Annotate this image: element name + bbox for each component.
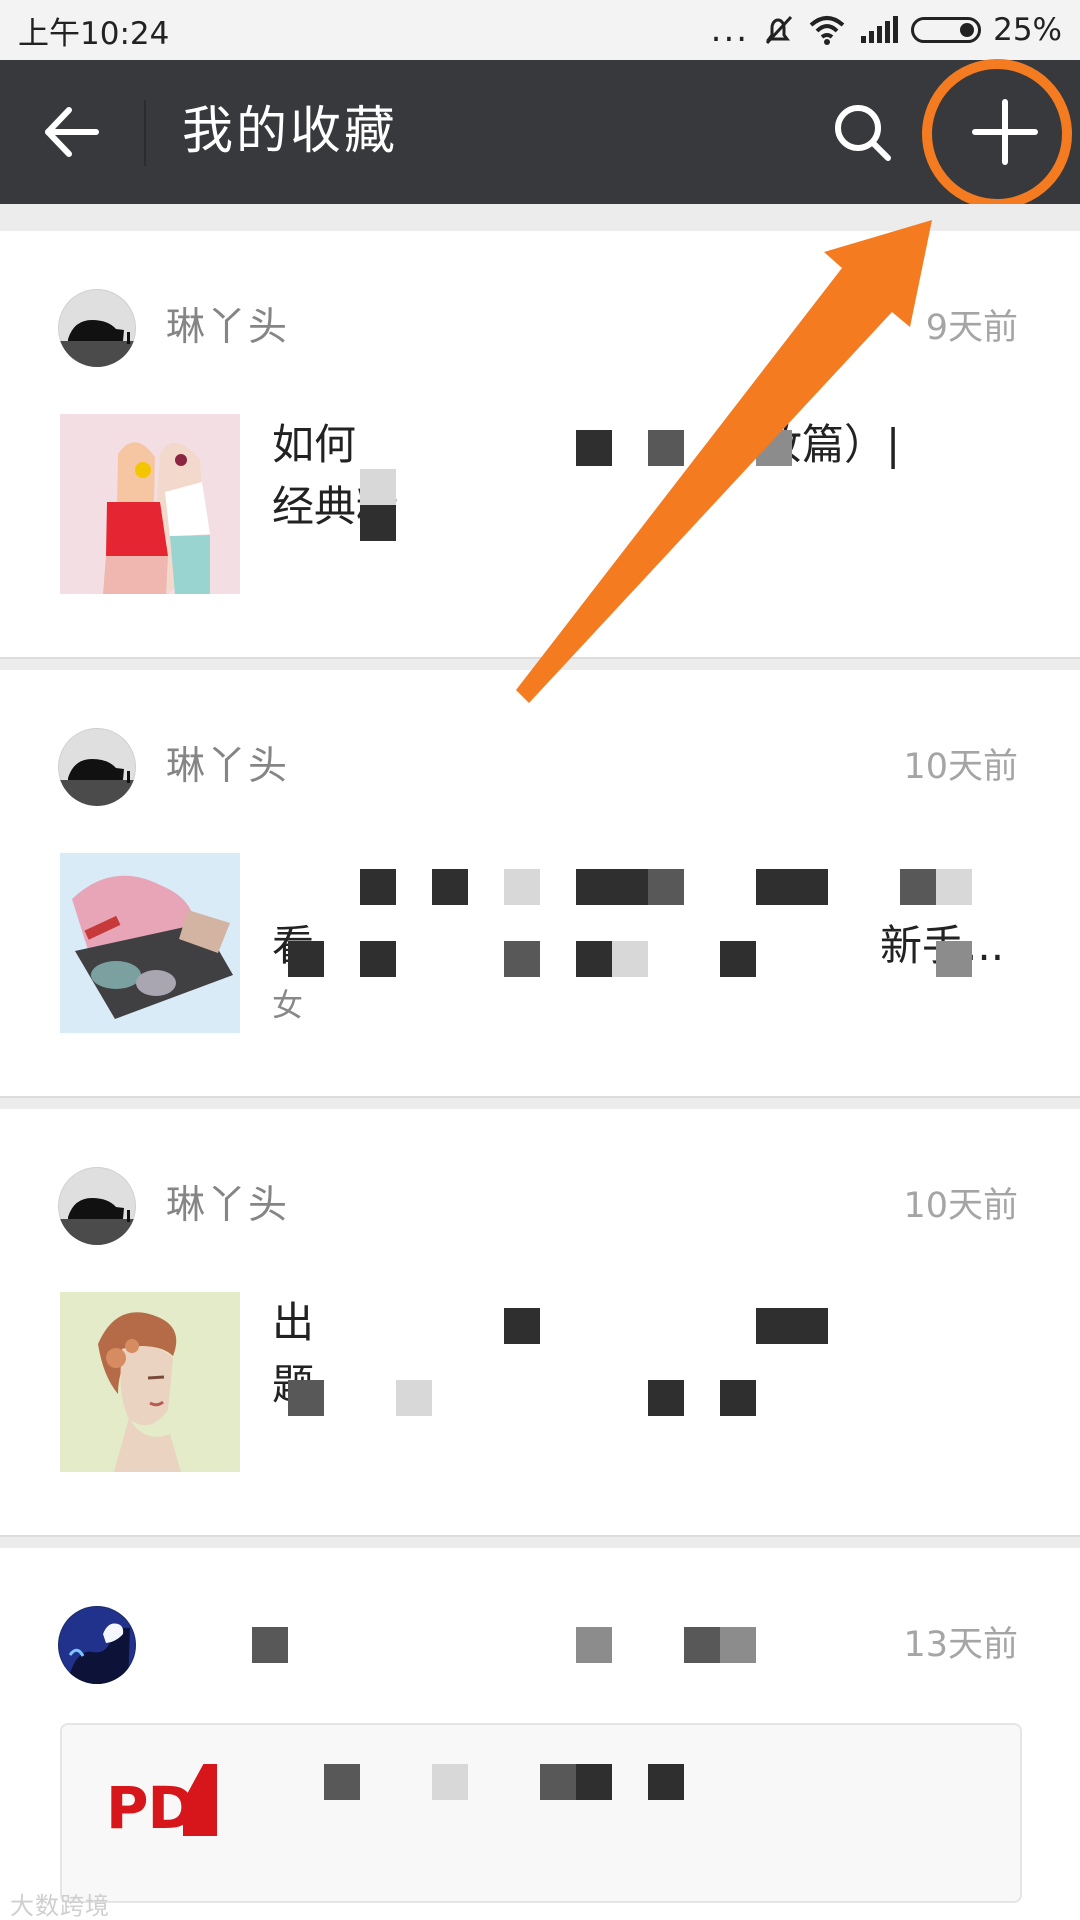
mosaic-block bbox=[432, 1764, 468, 1800]
saved-time: 9天前 bbox=[925, 308, 1018, 348]
mosaic-block bbox=[720, 1380, 756, 1416]
mosaic-block bbox=[360, 941, 396, 977]
article-thumbnail bbox=[60, 414, 240, 594]
status-icons: ... 25% bbox=[711, 10, 1062, 50]
search-button[interactable] bbox=[830, 100, 896, 166]
mosaic-block bbox=[936, 869, 972, 905]
mosaic-block bbox=[576, 1627, 612, 1663]
search-icon bbox=[835, 105, 891, 161]
author-avatar bbox=[58, 728, 136, 806]
mosaic-block bbox=[720, 1627, 756, 1663]
article-thumbnail bbox=[60, 1292, 240, 1472]
mosaic-block bbox=[504, 941, 540, 977]
favorites-list: 琳丫头 9天前 如何 经典精 妆篇）| 琳丫头 10天前 女 琳丫头 10天前 … bbox=[0, 204, 1080, 1920]
mosaic-block bbox=[288, 1380, 324, 1416]
back-arrow-icon bbox=[45, 107, 99, 157]
mosaic-block bbox=[648, 1764, 684, 1800]
mosaic-block bbox=[576, 1764, 612, 1800]
mosaic-block bbox=[648, 869, 684, 905]
mosaic-block bbox=[576, 430, 612, 466]
saved-time: 13天前 bbox=[903, 1625, 1018, 1665]
favorite-card[interactable]: 琳丫头 10天前 看 新手... 女 bbox=[0, 670, 1080, 1098]
mosaic-block bbox=[576, 941, 612, 977]
pdf-icon: PD bbox=[106, 1774, 196, 1842]
mosaic-block bbox=[648, 430, 684, 466]
add-button[interactable] bbox=[970, 97, 1040, 167]
mosaic-block bbox=[360, 505, 396, 541]
saved-time: 10天前 bbox=[903, 747, 1018, 787]
status-time: 上午10:24 bbox=[18, 15, 170, 52]
mosaic-block bbox=[576, 869, 612, 905]
mosaic-block bbox=[900, 869, 936, 905]
mosaic-block bbox=[252, 1627, 288, 1663]
mosaic-block bbox=[792, 869, 828, 905]
article-summary: 女 bbox=[272, 988, 303, 1024]
wifi-icon bbox=[807, 13, 847, 47]
mosaic-block bbox=[756, 869, 792, 905]
battery-level: 25% bbox=[993, 12, 1062, 48]
favorite-card[interactable]: 琳丫头 10天前 出 题 bbox=[0, 1109, 1080, 1537]
author-name: 琳丫头 bbox=[166, 1183, 290, 1228]
author-name: 琳丫头 bbox=[166, 305, 290, 350]
mosaic-block bbox=[756, 1308, 792, 1344]
favorites-screen: 上午10:24 ... 25% 我的收藏 琳丫头 9天前 如何 经典精 妆篇）|… bbox=[0, 0, 1080, 1920]
article-thumbnail bbox=[60, 853, 240, 1033]
muted-bell-icon bbox=[761, 13, 795, 47]
page-title: 我的收藏 bbox=[182, 102, 399, 161]
favorite-card[interactable]: 琳丫头 9天前 如何 经典精 妆篇）| bbox=[0, 231, 1080, 659]
mosaic-block bbox=[936, 941, 972, 977]
mosaic-block bbox=[396, 1380, 432, 1416]
mosaic-block bbox=[432, 869, 468, 905]
status-bar: 上午10:24 ... 25% bbox=[0, 0, 1080, 60]
mosaic-block bbox=[324, 1764, 360, 1800]
mosaic-block bbox=[288, 941, 324, 977]
mosaic-block bbox=[360, 869, 396, 905]
mosaic-block bbox=[540, 1764, 576, 1800]
more-status-icon: ... bbox=[710, 10, 750, 50]
mosaic-block bbox=[648, 1380, 684, 1416]
mosaic-block bbox=[612, 869, 648, 905]
author-avatar bbox=[58, 1167, 136, 1245]
mosaic-block bbox=[756, 430, 792, 466]
back-button[interactable] bbox=[38, 100, 108, 164]
author-name: 琳丫头 bbox=[166, 744, 290, 789]
nav-divider bbox=[144, 100, 146, 166]
mosaic-block bbox=[612, 941, 648, 977]
author-avatar bbox=[58, 1606, 136, 1684]
watermark-text: 大数跨境 bbox=[10, 1892, 110, 1920]
navigation-bar: 我的收藏 bbox=[0, 60, 1080, 204]
mosaic-block bbox=[504, 869, 540, 905]
mosaic-block bbox=[684, 1627, 720, 1663]
plus-icon bbox=[972, 99, 1038, 165]
saved-time: 10天前 bbox=[903, 1186, 1018, 1226]
article-title: 出 题 bbox=[272, 1298, 315, 1409]
mosaic-block bbox=[504, 1308, 540, 1344]
signal-icon bbox=[859, 15, 899, 45]
battery-icon bbox=[911, 17, 982, 43]
author-avatar bbox=[58, 289, 136, 367]
mosaic-block bbox=[792, 1308, 828, 1344]
mosaic-block bbox=[360, 469, 396, 505]
article-title-ending: 妆篇）| bbox=[760, 420, 901, 469]
mosaic-block bbox=[720, 941, 756, 977]
